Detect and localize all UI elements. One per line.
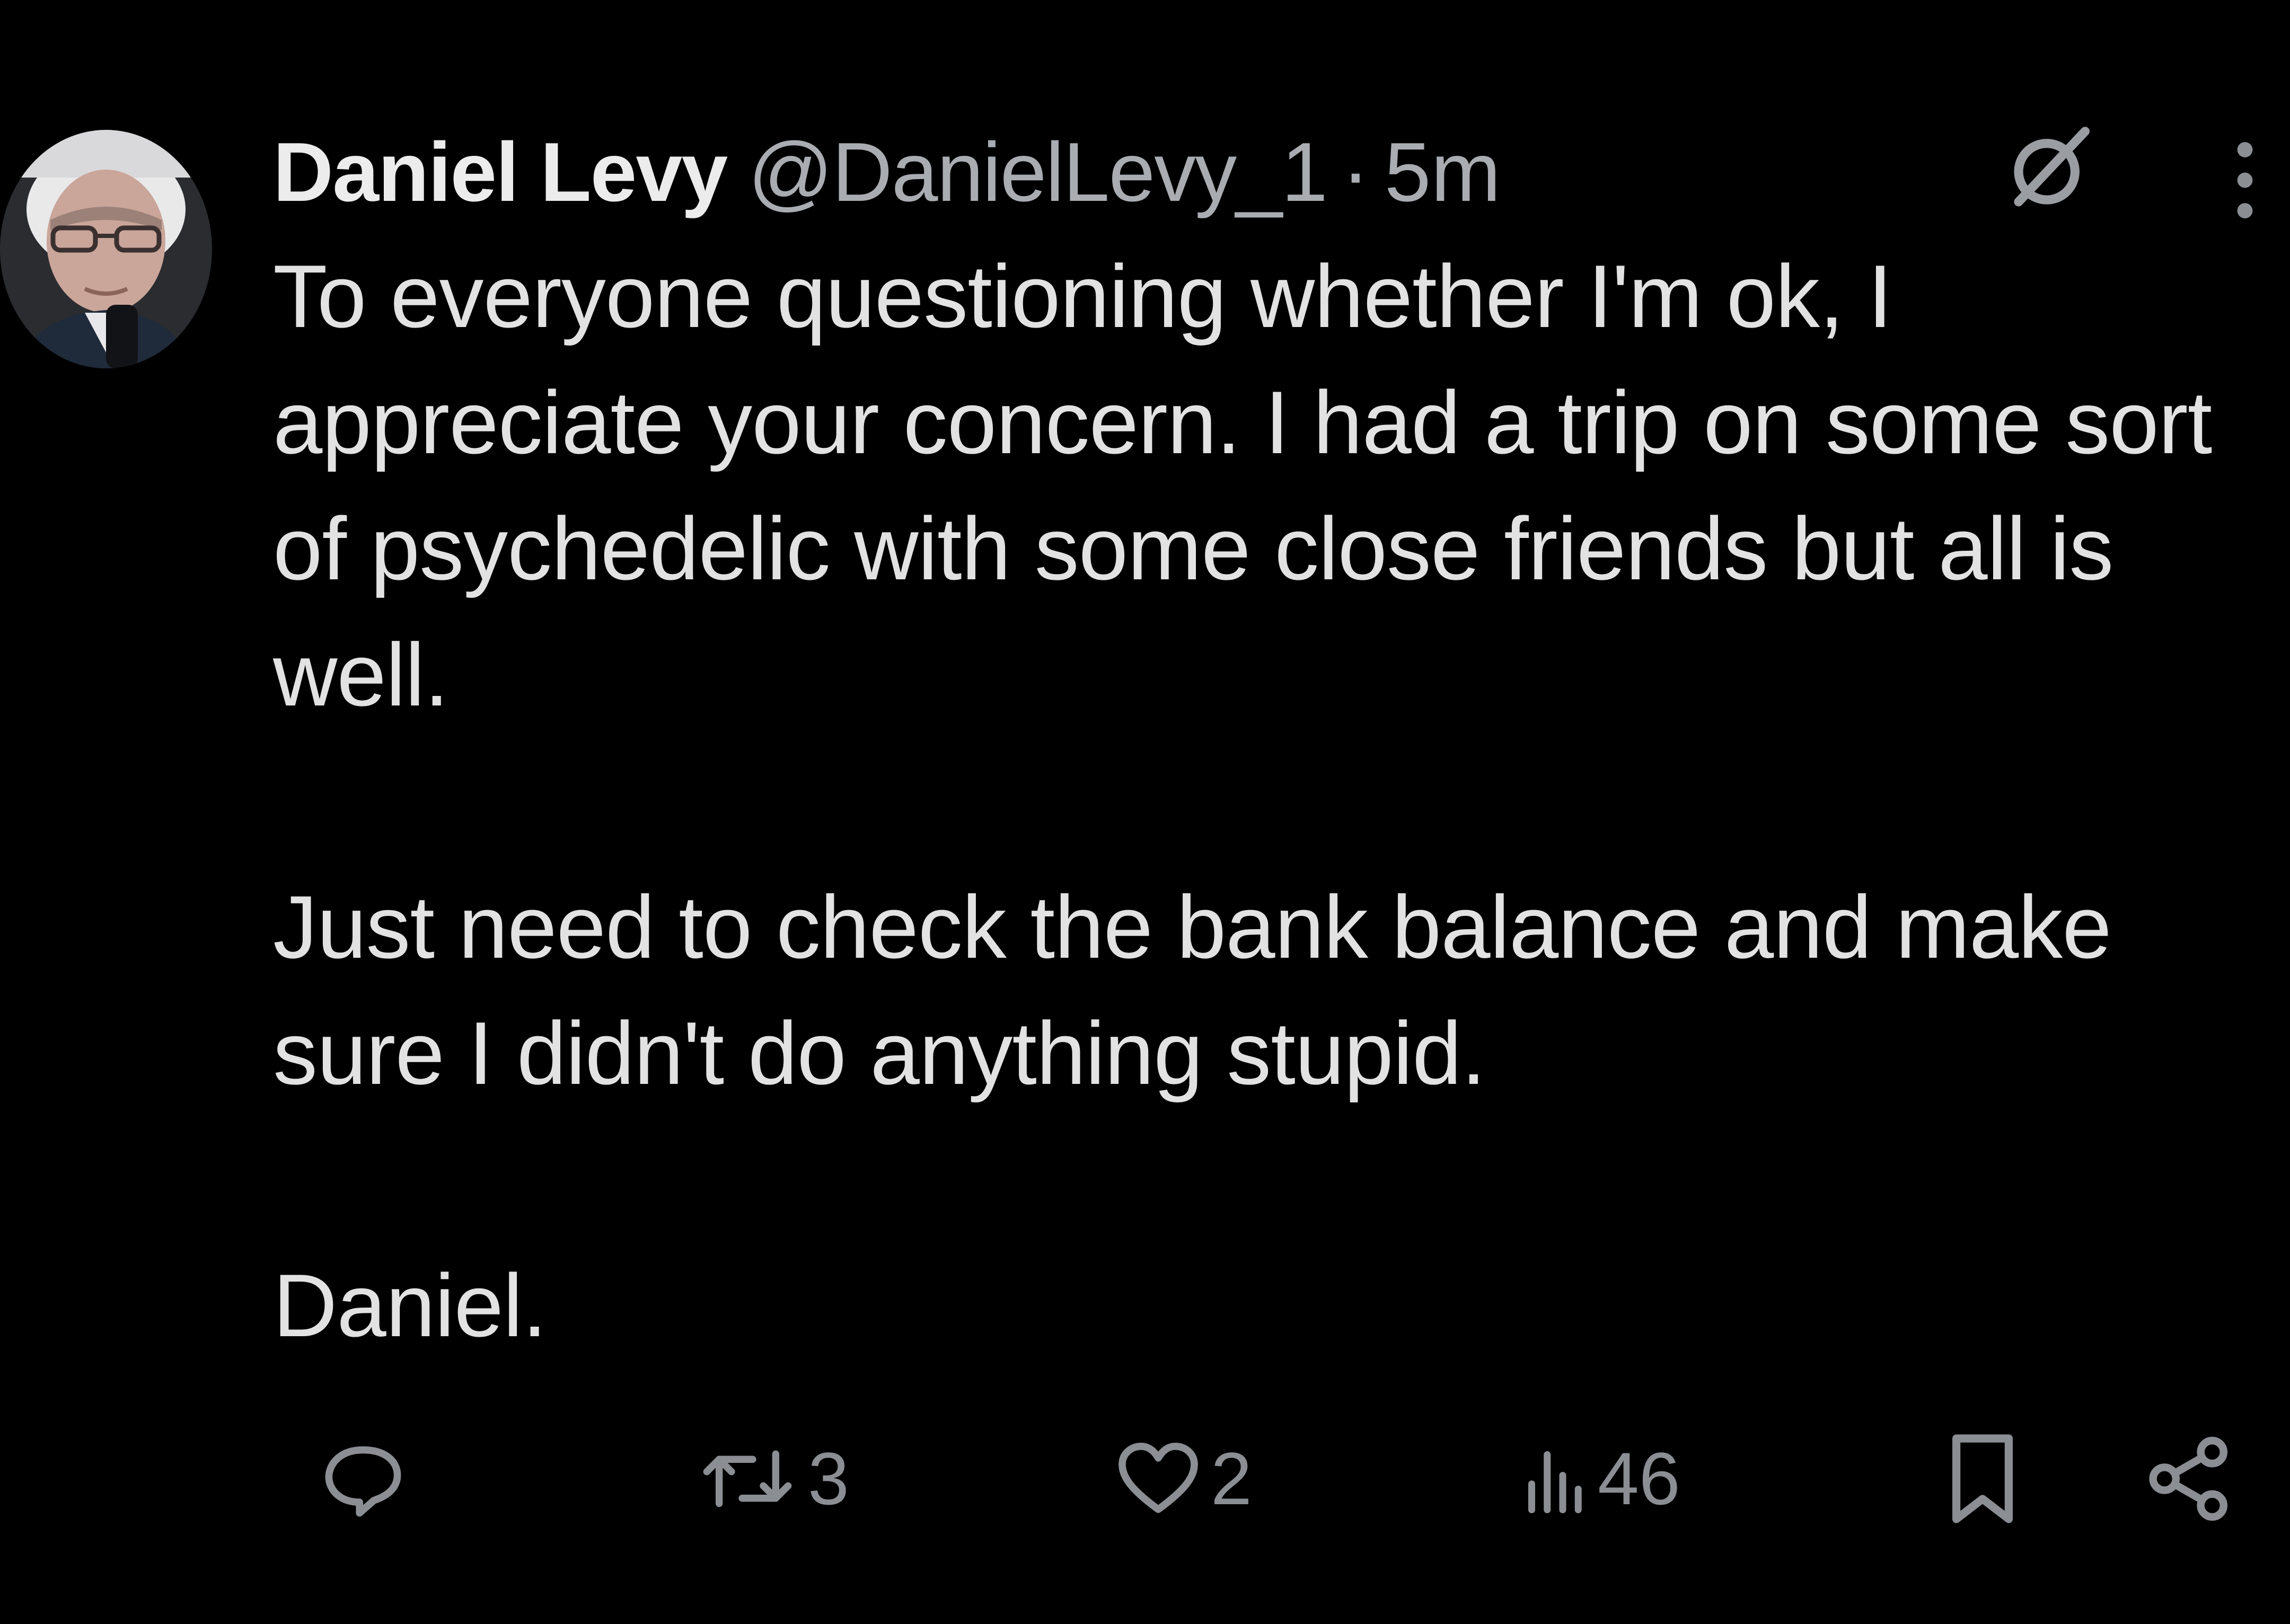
reply-button[interactable] bbox=[318, 1410, 416, 1548]
like-count: 2 bbox=[1211, 1437, 1252, 1520]
like-button[interactable]: 2 bbox=[1113, 1410, 1252, 1548]
reply-icon bbox=[325, 1446, 401, 1517]
retweet-count: 3 bbox=[808, 1437, 849, 1520]
more-icon[interactable] bbox=[2221, 133, 2269, 228]
avatar[interactable] bbox=[0, 130, 212, 368]
share-icon bbox=[2149, 1436, 2227, 1521]
views-count: 46 bbox=[1598, 1437, 1680, 1520]
grok-icon[interactable] bbox=[1998, 119, 2099, 220]
tweet-header: Daniel Levy @DanielLevy_1 · 5m bbox=[273, 122, 1501, 223]
author-handle[interactable]: @DanielLevy_1 bbox=[748, 130, 1328, 214]
retweet-button[interactable]: 3 bbox=[694, 1410, 849, 1548]
tweet[interactable]: Daniel Levy @DanielLevy_1 · 5m To everyo… bbox=[0, 0, 2290, 1624]
retweet-icon bbox=[703, 1450, 792, 1507]
tweet-paragraph: Just need to check the bank balance and … bbox=[273, 877, 2112, 1103]
tweet-actions: 3 2 46 bbox=[0, 1410, 2290, 1548]
tweet-paragraph: To everyone questioning whether I'm ok, … bbox=[273, 246, 2212, 725]
header-separator: · bbox=[1342, 126, 1370, 219]
views-icon bbox=[1528, 1451, 1582, 1513]
tweet-signature: Daniel. bbox=[273, 1256, 547, 1355]
timestamp[interactable]: 5m bbox=[1385, 130, 1501, 214]
author-display-name[interactable]: Daniel Levy bbox=[273, 130, 728, 214]
views-button[interactable]: 46 bbox=[1521, 1410, 1680, 1548]
heart-icon bbox=[1118, 1443, 1198, 1513]
share-button[interactable] bbox=[2142, 1410, 2237, 1548]
bookmark-icon bbox=[1952, 1434, 2013, 1523]
tweet-body: To everyone questioning whether I'm ok, … bbox=[273, 233, 2266, 1369]
profile-photo-icon bbox=[0, 130, 212, 368]
bookmark-button[interactable] bbox=[1940, 1410, 2025, 1548]
